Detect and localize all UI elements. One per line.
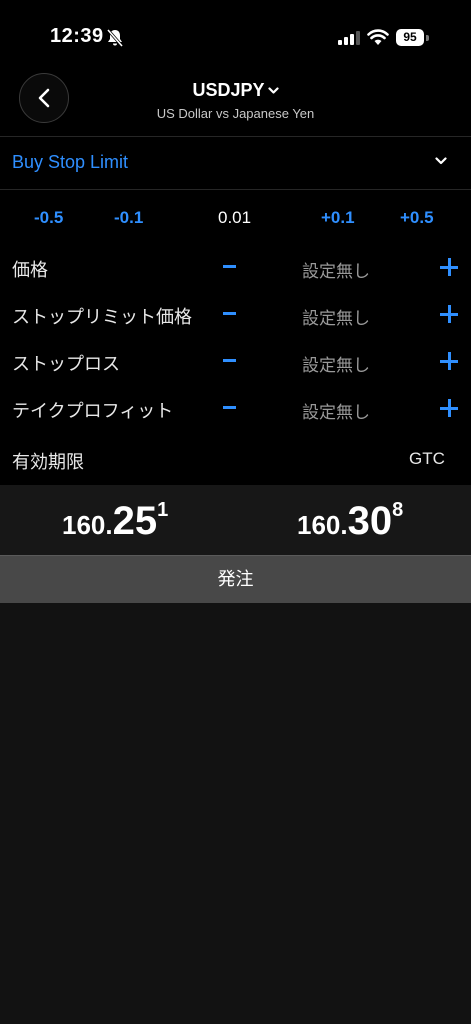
expiry-value[interactable]: GTC: [409, 449, 445, 469]
price-value[interactable]: 設定無し: [302, 257, 370, 282]
place-order-button[interactable]: 発注: [0, 555, 471, 603]
status-time: 12:39: [50, 25, 104, 47]
chevron-down-icon[interactable]: [435, 157, 447, 166]
price-increase-button[interactable]: [440, 258, 458, 276]
stop-loss-label: ストップロス: [12, 354, 120, 374]
divider: [0, 136, 471, 137]
step-minus-large-button[interactable]: -0.5: [34, 208, 63, 228]
stop-limit-price-decrease-button[interactable]: [223, 312, 236, 315]
quote-panel: 160.251 160.308: [0, 485, 471, 555]
battery-level: 95: [396, 29, 424, 46]
step-plus-small-button[interactable]: +0.1: [321, 208, 355, 228]
ask-price[interactable]: 160.308: [297, 499, 403, 544]
stop-limit-price-label: ストップリミット価格: [12, 307, 192, 327]
symbol-selector[interactable]: USDJPY: [0, 80, 471, 101]
chevron-down-icon: [267, 86, 279, 94]
order-type-selector[interactable]: Buy Stop Limit: [12, 152, 128, 173]
symbol-name: USDJPY: [192, 80, 265, 100]
wifi-icon: [367, 28, 389, 46]
price-decrease-button[interactable]: [223, 265, 236, 268]
take-profit-value[interactable]: 設定無し: [302, 398, 370, 423]
divider: [0, 189, 471, 190]
price-label: 価格: [12, 260, 48, 280]
ask-price-pip: 8: [392, 499, 404, 521]
battery-icon: 95: [396, 29, 430, 47]
step-size-value: 0.01: [218, 208, 252, 227]
status-bar: 12:39 95: [0, 0, 471, 74]
take-profit-increase-button[interactable]: [440, 399, 458, 417]
bid-price-pip: 1: [157, 499, 169, 521]
stop-limit-price-increase-button[interactable]: [440, 305, 458, 323]
ask-price-main: 30: [347, 499, 393, 543]
expiry-label: 有効期限: [12, 452, 84, 472]
bell-muted-icon: [105, 28, 125, 48]
cellular-signal-icon: [338, 31, 360, 45]
bid-price-main: 25: [112, 499, 158, 543]
step-minus-small-button[interactable]: -0.1: [114, 208, 143, 228]
bid-price-prefix: 160.: [62, 510, 113, 540]
ask-price-prefix: 160.: [297, 510, 348, 540]
stop-limit-price-value[interactable]: 設定無し: [302, 304, 370, 329]
stop-loss-decrease-button[interactable]: [223, 359, 236, 362]
bid-price[interactable]: 160.251: [62, 499, 168, 544]
take-profit-decrease-button[interactable]: [223, 406, 236, 409]
stop-loss-increase-button[interactable]: [440, 352, 458, 370]
step-plus-large-button[interactable]: +0.5: [400, 208, 434, 228]
stop-loss-value[interactable]: 設定無し: [302, 351, 370, 376]
symbol-description: US Dollar vs Japanese Yen: [156, 106, 315, 121]
take-profit-label: テイクプロフィット: [12, 401, 174, 421]
